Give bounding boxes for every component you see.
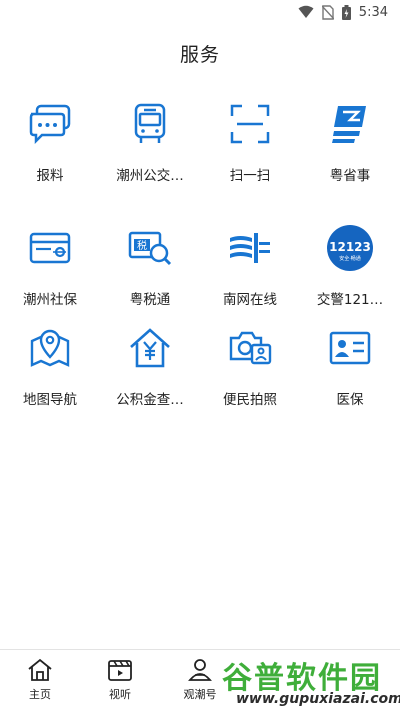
person-badge-icon xyxy=(188,659,212,681)
service-grid: 报料 潮州公交… 扫一扫 粤省事 潮州社保 税 粤税通 南网在线 12123 安… xyxy=(0,100,400,424)
no-sim-icon xyxy=(321,4,334,20)
service-label: 便民拍照 xyxy=(223,392,277,408)
service-label: 扫一扫 xyxy=(229,168,271,184)
service-yue-shuitong[interactable]: 税 粤税通 xyxy=(100,224,200,324)
svg-text:税: 税 xyxy=(137,239,147,252)
camera-id-icon xyxy=(226,324,274,372)
chat-bubbles-icon xyxy=(26,100,74,148)
service-medical-insurance[interactable]: 医保 xyxy=(300,324,400,424)
bus-icon xyxy=(126,100,174,148)
service-row: 报料 潮州公交… 扫一扫 粤省事 xyxy=(0,100,400,224)
medical-insurance-card-icon xyxy=(326,324,374,372)
housing-fund-icon xyxy=(126,324,174,372)
scan-icon xyxy=(226,100,274,148)
service-label: 交警121… xyxy=(316,292,384,308)
service-scan[interactable]: 扫一扫 xyxy=(200,100,300,224)
service-label: 潮州社保 xyxy=(23,292,77,308)
service-map-navigation[interactable]: 地图导航 xyxy=(0,324,100,424)
icon-text: 12123 xyxy=(329,240,371,254)
service-label: 南网在线 xyxy=(223,292,277,308)
service-row: 地图导航 公积金查… 便民拍照 医保 xyxy=(0,324,400,424)
service-label: 地图导航 xyxy=(23,392,77,408)
nav-label: 主页 xyxy=(29,688,51,701)
nav-label: 视听 xyxy=(109,688,131,701)
service-label: 医保 xyxy=(336,392,364,408)
yue-shengshi-logo-icon xyxy=(326,100,374,148)
service-photo-id[interactable]: 便民拍照 xyxy=(200,324,300,424)
status-bar: 5:34 xyxy=(0,0,400,24)
service-label: 潮州公交… xyxy=(116,168,184,184)
watermark-logo: 谷普软件园 www.gupuxiazai.com xyxy=(218,649,400,709)
home-icon xyxy=(28,658,52,681)
service-yue-shengshi[interactable]: 粤省事 xyxy=(300,100,400,224)
social-security-card-icon xyxy=(26,224,74,272)
icon-subtext: 安全·畅通 xyxy=(339,255,361,262)
service-row: 潮州社保 税 粤税通 南网在线 12123 安全·畅通 交警121… xyxy=(0,224,400,324)
nav-home[interactable]: 主页 xyxy=(0,650,80,711)
video-clapper-icon xyxy=(108,660,132,681)
service-baoliao[interactable]: 报料 xyxy=(0,100,100,224)
service-social-security[interactable]: 潮州社保 xyxy=(0,224,100,324)
service-chaozhou-bus[interactable]: 潮州公交… xyxy=(100,100,200,224)
power-grid-icon xyxy=(226,224,274,272)
service-nanwang-online[interactable]: 南网在线 xyxy=(200,224,300,324)
service-label: 粤税通 xyxy=(129,292,171,308)
status-time: 5:34 xyxy=(358,4,388,20)
service-housing-fund[interactable]: 公积金查… xyxy=(100,324,200,424)
tax-search-icon: 税 xyxy=(126,224,174,272)
service-traffic-police-12123[interactable]: 12123 安全·畅通 交警121… xyxy=(300,224,400,324)
nav-label: 观潮号 xyxy=(183,688,217,701)
service-label: 粤省事 xyxy=(329,168,371,184)
page-title: 服务 xyxy=(179,44,220,66)
wifi-icon xyxy=(298,5,314,18)
traffic-police-12123-icon: 12123 安全·畅通 xyxy=(326,224,374,272)
nav-video[interactable]: 视听 xyxy=(80,650,160,711)
battery-icon xyxy=(341,4,351,20)
map-pin-icon xyxy=(26,324,74,372)
watermark-url: www.gupuxiazai.com xyxy=(236,691,400,707)
service-label: 公积金查… xyxy=(116,392,184,408)
service-label: 报料 xyxy=(36,168,64,184)
